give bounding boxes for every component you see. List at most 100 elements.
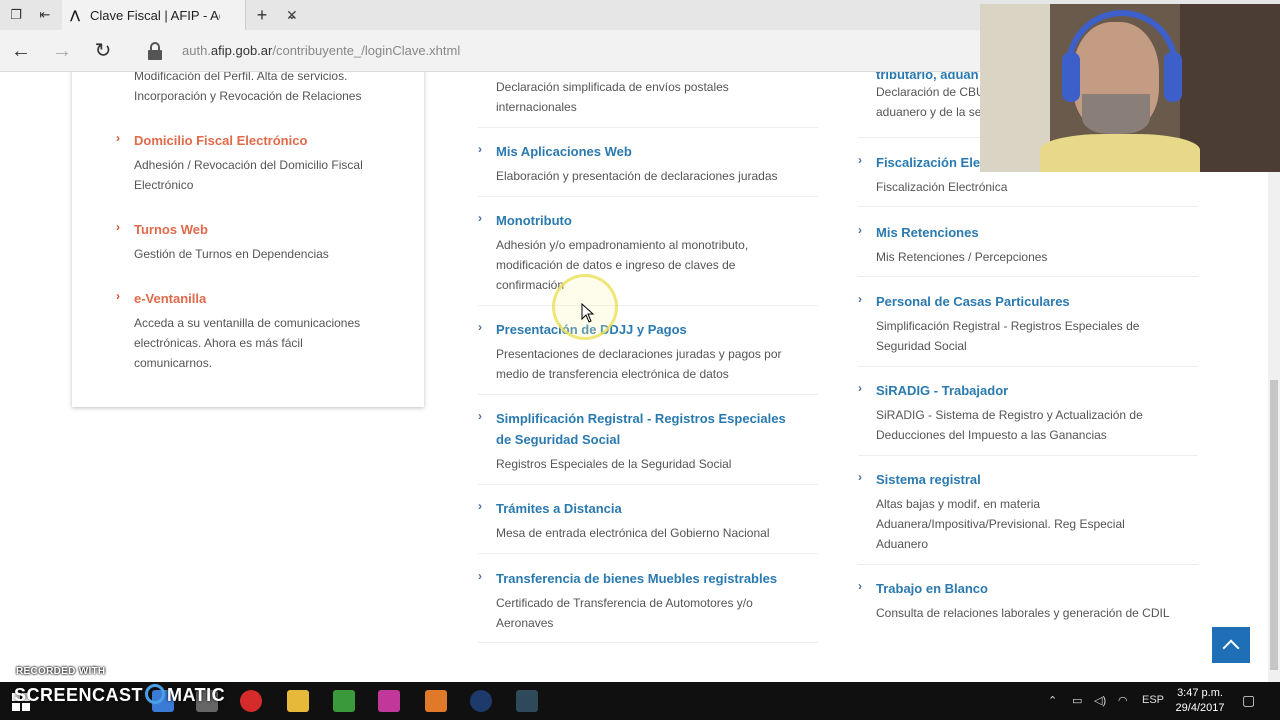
chevron-right-icon: › xyxy=(478,320,482,334)
divider xyxy=(478,196,818,197)
divider xyxy=(478,394,818,395)
chevron-right-icon: › xyxy=(478,499,482,513)
watermark-left: SCREENCAST xyxy=(14,685,144,705)
set-aside-tabs-icon[interactable]: ⇤ xyxy=(37,7,53,23)
service-desc: Adhesión / Revocación del Domicilio Fisc… xyxy=(134,158,363,192)
divider xyxy=(478,484,818,485)
service-desc: Consulta de relaciones laborales y gener… xyxy=(876,606,1170,620)
chevron-right-icon: › xyxy=(478,569,482,583)
app-icon[interactable] xyxy=(333,690,355,712)
chevron-right-icon: › xyxy=(478,211,482,225)
service-desc: Altas bajas y modif. en materia Aduanera… xyxy=(876,497,1125,551)
notifications-icon[interactable]: ▢ xyxy=(1242,692,1255,709)
divider xyxy=(858,455,1198,456)
show-hidden-icons-icon[interactable]: ⌃ xyxy=(1048,694,1057,707)
chevron-right-icon: › xyxy=(858,292,862,306)
service-desc: Declaración simplificada de envíos posta… xyxy=(496,80,729,114)
service-desc: Modificación del Perfil. Alta de servici… xyxy=(134,72,362,103)
mouse-cursor-icon xyxy=(581,303,595,323)
watermark-right: MATIC xyxy=(167,685,226,705)
service-title[interactable]: e-Ventanilla xyxy=(134,288,206,309)
lock-icon xyxy=(148,42,162,60)
service-title[interactable]: Domicilio Fiscal Electrónico xyxy=(134,130,307,151)
url-path: /contribuyente_/loginClave.xhtml xyxy=(272,43,461,58)
service-title[interactable]: Monotributo xyxy=(496,210,572,231)
divider xyxy=(478,553,818,554)
service-title[interactable]: Turnos Web xyxy=(134,219,208,240)
app-icon[interactable] xyxy=(378,690,400,712)
battery-icon[interactable]: ▭ xyxy=(1072,694,1082,707)
chevron-right-icon: › xyxy=(858,470,862,484)
chevron-right-icon: › xyxy=(858,223,862,237)
service-desc: Mesa de entrada electrónica del Gobierno… xyxy=(496,526,770,540)
chevron-right-icon: › xyxy=(478,142,482,156)
new-tab-icon[interactable]: + xyxy=(254,6,270,24)
refresh-icon[interactable]: ↻ xyxy=(91,40,115,62)
service-title[interactable]: Trabajo en Blanco xyxy=(876,578,988,599)
divider xyxy=(478,127,818,128)
service-desc: Certificado de Transferencia de Automoto… xyxy=(496,596,753,630)
service-desc: Fiscalización Electrónica xyxy=(876,180,1008,194)
chevron-right-icon: › xyxy=(478,409,482,423)
scroll-to-top-icon[interactable] xyxy=(1212,627,1250,663)
app-icon[interactable] xyxy=(240,690,262,712)
service-desc: Presentaciones de declaraciones juradas … xyxy=(496,347,782,381)
service-title[interactable]: Simplificación Registral - Registros Esp… xyxy=(496,408,796,450)
service-desc: Declaración de CBU aduanero y de la se xyxy=(876,85,985,119)
app-icon[interactable] xyxy=(516,690,538,712)
chevron-right-icon: › xyxy=(116,289,120,303)
url-domain: afip.gob.ar xyxy=(210,43,273,58)
forward-icon[interactable]: → xyxy=(50,40,74,62)
url-prefix: auth. xyxy=(182,43,211,58)
back-icon[interactable]: ← xyxy=(9,40,33,62)
tab-actions-icon[interactable]: ❐ xyxy=(8,7,24,23)
service-desc: Adhesión y/o empadronamiento al monotrib… xyxy=(496,238,749,292)
app-icon[interactable] xyxy=(425,690,447,712)
screencast-logo-icon xyxy=(145,684,166,704)
file-explorer-icon[interactable] xyxy=(287,690,309,712)
service-desc: Acceda a su ventanilla de comunicaciones… xyxy=(134,316,361,370)
address-input[interactable]: auth.afip.gob.ar/contribuyente_/loginCla… xyxy=(182,43,460,58)
service-title[interactable]: Mis Aplicaciones Web xyxy=(496,141,632,162)
divider xyxy=(858,564,1198,565)
service-title[interactable]: Sistema registral xyxy=(876,469,981,490)
clock-time: 3:47 p.m. xyxy=(1177,687,1223,699)
browser-tab[interactable]: ⋀ Clave Fiscal | AFIP - Adm ✕ xyxy=(62,0,298,30)
tab-list-icon[interactable]: ⌄ xyxy=(284,7,300,23)
service-desc: Gestión de Turnos en Dependencias xyxy=(134,247,329,261)
scrollbar-thumb[interactable] xyxy=(1270,380,1278,670)
chevron-right-icon: › xyxy=(116,220,120,234)
service-title[interactable]: Fiscalización Ele xyxy=(876,152,980,173)
webcam-overlay xyxy=(980,4,1280,172)
volume-icon[interactable]: ◁) xyxy=(1094,694,1106,707)
chevron-right-icon: › xyxy=(858,381,862,395)
tab-title: Clave Fiscal | AFIP - Adm xyxy=(90,8,220,23)
clock-date: 29/4/2017 xyxy=(1175,702,1225,714)
service-title[interactable]: Trámites a Distancia xyxy=(496,498,622,519)
watermark-recorded-with: RECORDED WITH xyxy=(16,666,106,677)
service-desc: Registros Especiales de la Seguridad Soc… xyxy=(496,457,732,471)
language-indicator[interactable]: ESP xyxy=(1142,694,1164,706)
screencast-app-icon[interactable] xyxy=(470,690,492,712)
system-clock[interactable]: 3:47 p.m. 29/4/2017 xyxy=(1168,686,1232,716)
service-title[interactable]: SiRADIG - Trabajador xyxy=(876,380,1008,401)
service-title[interactable]: Transferencia de bienes Muebles registra… xyxy=(496,568,777,589)
service-desc: Mis Retenciones / Percepciones xyxy=(876,250,1048,264)
chevron-right-icon: › xyxy=(116,131,120,145)
service-desc: Simplificación Registral - Registros Esp… xyxy=(876,319,1140,353)
divider xyxy=(858,276,1198,277)
service-desc: Elaboración y presentación de declaracio… xyxy=(496,169,778,183)
chevron-right-icon: › xyxy=(858,579,862,593)
watermark-screencastomatic: SCREENCAST MATIC xyxy=(14,684,225,706)
afip-favicon: ⋀ xyxy=(70,8,81,22)
wifi-icon[interactable]: ◠ xyxy=(1118,694,1128,707)
services-card: Modificación del Perfil. Alta de servici… xyxy=(72,72,424,407)
divider xyxy=(478,642,818,643)
service-title[interactable]: Personal de Casas Particulares xyxy=(876,291,1070,312)
chevron-right-icon: › xyxy=(858,153,862,167)
service-desc: SiRADIG - Sistema de Registro y Actualiz… xyxy=(876,408,1143,442)
divider xyxy=(858,206,1198,207)
service-title[interactable]: Mis Retenciones xyxy=(876,222,979,243)
divider xyxy=(858,366,1198,367)
divider xyxy=(478,305,818,306)
